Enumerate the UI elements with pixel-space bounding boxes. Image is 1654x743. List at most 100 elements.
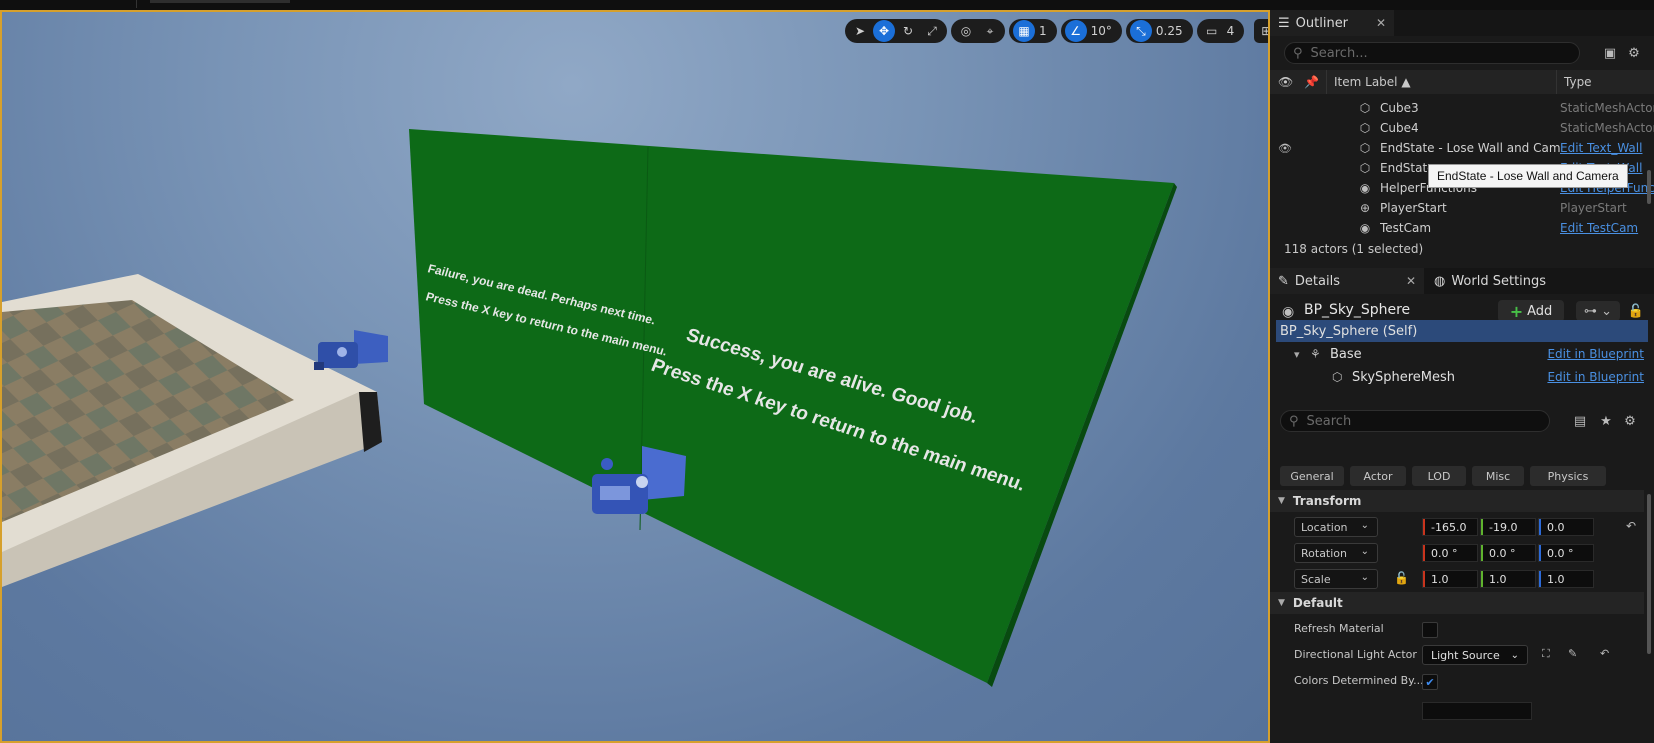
- browse-actor-icon[interactable]: ⛶: [1542, 647, 1550, 661]
- default-section[interactable]: ▼ Default: [1270, 592, 1644, 614]
- outliner-row-type: PlayerStart: [1560, 201, 1627, 215]
- rotate-tool-icon[interactable]: ↻: [897, 20, 919, 42]
- edit-in-blueprint-link[interactable]: Edit in Blueprint: [1547, 347, 1644, 361]
- tab-outliner[interactable]: ☰ Outliner ✕: [1270, 10, 1395, 36]
- location-y[interactable]: -19.0: [1480, 518, 1536, 536]
- outliner-row[interactable]: ⬡ Cube3 StaticMeshActor: [1270, 98, 1654, 118]
- add-folder-icon[interactable]: ▣: [1600, 43, 1620, 63]
- tab-details[interactable]: ✎ Details ✕: [1270, 268, 1425, 294]
- transform-section-label: Transform: [1292, 494, 1362, 508]
- world-space-icon[interactable]: ◎: [955, 20, 977, 42]
- scale-dropdown[interactable]: Scale ⌄: [1294, 569, 1378, 589]
- tab-world-settings[interactable]: ◍ World Settings: [1426, 268, 1554, 294]
- scale-snap-value[interactable]: 0.25: [1154, 24, 1189, 38]
- scale-z[interactable]: 1.0: [1538, 570, 1594, 588]
- viewport-layout-icon[interactable]: ⊞: [1254, 19, 1268, 43]
- outliner-search-input[interactable]: ⚲ Search...: [1284, 42, 1580, 64]
- component-row[interactable]: ⬡ SkySphereMesh Edit in Blueprint: [1276, 366, 1648, 388]
- visibility-column-icon[interactable]: 👁: [1278, 75, 1293, 89]
- outliner-row-type: StaticMeshActor: [1560, 121, 1654, 135]
- outliner-row-type[interactable]: Edit TestCam: [1560, 221, 1654, 235]
- location-dropdown[interactable]: Location ⌄: [1294, 517, 1378, 537]
- directional-light-select[interactable]: Light Source ⌄: [1422, 645, 1528, 665]
- translate-tool-icon[interactable]: ✥: [873, 20, 895, 42]
- blueprint-options-button[interactable]: ⊶ ⌄: [1576, 301, 1620, 321]
- filter-chip-lod[interactable]: LOD: [1412, 466, 1466, 486]
- scale-y[interactable]: 1.0: [1480, 570, 1536, 588]
- outliner-row[interactable]: ⊕ PlayerStart PlayerStart: [1270, 198, 1654, 218]
- cube-icon: ⬡: [1332, 370, 1343, 384]
- pin-column-icon[interactable]: 📌: [1304, 75, 1319, 89]
- rotation-dropdown[interactable]: Rotation ⌄: [1294, 543, 1378, 563]
- close-icon[interactable]: ✕: [1376, 16, 1386, 30]
- level-viewport[interactable]: Failure, you are dead. Perhaps next time…: [0, 10, 1270, 743]
- scale-snap-icon[interactable]: ⤡: [1129, 20, 1152, 42]
- directional-light-label: Directional Light Actor: [1294, 648, 1417, 661]
- surface-snap-icon[interactable]: ⌖: [979, 20, 1001, 42]
- visibility-eye-icon[interactable]: 👁: [1278, 142, 1292, 155]
- type-column[interactable]: Type: [1564, 75, 1592, 89]
- filter-chip-general[interactable]: General: [1280, 466, 1344, 486]
- rotation-snap-value[interactable]: 10°: [1089, 24, 1118, 38]
- component-row[interactable]: ▾ ⚘ Base Edit in Blueprint: [1276, 343, 1648, 365]
- outliner-scrollbar[interactable]: [1647, 170, 1651, 204]
- rotation-x[interactable]: 0.0 °: [1422, 544, 1478, 562]
- scale-x[interactable]: 1.0: [1422, 570, 1478, 588]
- details-search-input[interactable]: ⚲ Search: [1280, 410, 1550, 432]
- grid-snap-value[interactable]: 1: [1037, 24, 1053, 38]
- item-label-column[interactable]: Item Label ▲: [1334, 75, 1411, 89]
- level-tab[interactable]: [150, 0, 290, 3]
- close-icon[interactable]: ✕: [1406, 274, 1416, 288]
- camera-actor-1[interactable]: [314, 330, 388, 370]
- outliner-row[interactable]: ⬡ Cube4 StaticMeshActor: [1270, 118, 1654, 138]
- viewport-scene[interactable]: Failure, you are dead. Perhaps next time…: [2, 12, 1270, 743]
- camera-speed-group: ▭ 4: [1196, 19, 1245, 43]
- table-view-icon[interactable]: ▤: [1570, 411, 1590, 431]
- rotation-snap-icon[interactable]: ∠: [1064, 20, 1087, 42]
- transform-section[interactable]: ▼ Transform: [1270, 490, 1644, 512]
- grid-snap-icon[interactable]: ▦: [1013, 20, 1035, 42]
- outliner-row-type: StaticMeshActor: [1560, 101, 1654, 115]
- directional-light-row: Directional Light Actor Light Source ⌄ ⛶…: [1270, 642, 1644, 668]
- location-z[interactable]: 0.0: [1538, 518, 1594, 536]
- details-search-placeholder: Search: [1306, 413, 1352, 429]
- gear-icon[interactable]: ⚙: [1624, 43, 1644, 63]
- filter-chip-misc[interactable]: Misc: [1472, 466, 1524, 486]
- outliner-row[interactable]: 👁 ⬡ EndState - Lose Wall and CameraEdit Te…: [1270, 138, 1654, 158]
- filter-chip-actor[interactable]: Actor: [1350, 466, 1406, 486]
- refresh-material-label: Refresh Material: [1294, 622, 1384, 635]
- outliner-row-type[interactable]: Edit Text_Wall: [1560, 141, 1654, 155]
- reset-icon[interactable]: ↶: [1600, 647, 1609, 660]
- rotation-snap-group: ∠ 10°: [1060, 19, 1122, 43]
- camera-speed-value[interactable]: 4: [1225, 24, 1241, 38]
- scale-tool-icon[interactable]: ⤢: [921, 20, 943, 42]
- outliner-row[interactable]: ◉ TestCam Edit TestCam: [1270, 218, 1654, 238]
- star-icon[interactable]: ★: [1596, 411, 1616, 431]
- colors-determined-checkbox[interactable]: ✔: [1422, 674, 1438, 690]
- scale-lock-icon[interactable]: 🔓: [1394, 571, 1409, 585]
- rotation-y[interactable]: 0.0 °: [1480, 544, 1536, 562]
- sun-brightness-field[interactable]: [1422, 702, 1532, 720]
- reset-icon[interactable]: ↶: [1626, 519, 1636, 533]
- gear-icon[interactable]: ⚙: [1620, 411, 1640, 431]
- scale-row: Scale ⌄ 🔓 1.0 1.0 1.0: [1270, 566, 1644, 592]
- cube-icon: ⬡: [1359, 161, 1371, 175]
- component-row[interactable]: BP_Sky_Sphere (Self): [1276, 320, 1648, 342]
- expand-arrow-icon[interactable]: ▾: [1294, 348, 1300, 361]
- gamepad-icon: ⊕: [1359, 201, 1371, 215]
- lock-icon[interactable]: 🔓: [1626, 301, 1646, 321]
- location-x[interactable]: -165.0: [1422, 518, 1478, 536]
- camera-speed-icon[interactable]: ▭: [1201, 20, 1223, 42]
- outliner-list-icon: ☰: [1278, 15, 1290, 31]
- filter-chip-physics[interactable]: Physics: [1530, 466, 1606, 486]
- details-scrollbar[interactable]: [1647, 494, 1651, 654]
- refresh-material-checkbox[interactable]: [1422, 622, 1438, 638]
- outliner-tabbar: ☰ Outliner ✕: [1270, 10, 1654, 36]
- select-tool-icon[interactable]: ➤: [849, 20, 871, 42]
- search-icon: ⚲: [1289, 413, 1299, 429]
- add-component-button[interactable]: + Add: [1498, 300, 1564, 322]
- rotation-z[interactable]: 0.0 °: [1538, 544, 1594, 562]
- eyedropper-icon[interactable]: ✎: [1568, 647, 1577, 660]
- edit-in-blueprint-link[interactable]: Edit in Blueprint: [1547, 370, 1644, 384]
- top-menu-bar: [0, 0, 1654, 10]
